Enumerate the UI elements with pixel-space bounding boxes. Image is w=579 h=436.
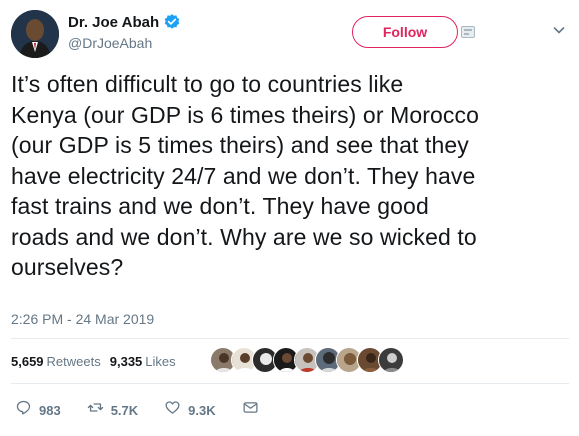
divider (11, 383, 569, 384)
reply-button[interactable]: 983 (15, 399, 61, 421)
heart-icon (164, 399, 181, 421)
like-count: 9.3K (188, 402, 216, 418)
tweet-card: Dr. Joe Abah @DrJoeAbah Follow It’s ofte… (0, 0, 579, 436)
retweets-label[interactable]: Retweets (47, 354, 101, 369)
reply-icon (15, 399, 32, 421)
tweet-text-line: It’s often difficult to go to countries … (11, 71, 404, 97)
tweet-actions: 983 5.7K 9.3K (15, 399, 285, 421)
profile-card-icon[interactable] (461, 25, 475, 38)
tweet-timestamp[interactable]: 2:26 PM - 24 Mar 2019 (11, 311, 154, 327)
retweet-icon (87, 399, 104, 421)
follow-button[interactable]: Follow (352, 16, 458, 48)
likes-label[interactable]: Likes (145, 354, 175, 369)
chevron-down-icon[interactable] (552, 23, 566, 37)
tweet-stats: 5,659 Retweets 9,335 Likes (11, 354, 182, 369)
tweet-text-line: ourselves? (11, 254, 124, 280)
likes-count[interactable]: 9,335 (110, 354, 143, 369)
author-name-row: Dr. Joe Abah (68, 13, 181, 31)
author-name[interactable]: Dr. Joe Abah (68, 14, 159, 31)
verified-badge-icon (163, 13, 181, 31)
tweet-text-line: (our GDP is 5 times theirs) and see that… (11, 132, 469, 158)
tweet-text: It’s often difficult to go to countries … (11, 69, 571, 283)
envelope-icon (242, 399, 259, 421)
tweet-text-line: Kenya (our GDP is 6 times theirs) or Mor… (11, 101, 479, 128)
direct-message-button[interactable] (242, 399, 259, 421)
tweet-text-line: have electricity 24/7 and we don’t. They… (11, 162, 476, 189)
retweet-count: 5.7K (110, 402, 139, 418)
tweet-text-line: fast trains and we don’t. They have good (11, 193, 429, 219)
author-handle[interactable]: @DrJoeAbah (68, 35, 152, 51)
liker-avatar[interactable] (378, 347, 404, 373)
avatar[interactable] (11, 10, 59, 58)
like-button[interactable]: 9.3K (164, 399, 216, 421)
retweet-button[interactable]: 5.7K (87, 399, 138, 421)
liker-avatars (210, 347, 404, 375)
divider (11, 338, 569, 339)
reply-count: 983 (39, 402, 61, 418)
tweet-text-line: roads and we don’t. Why are we so wicked… (11, 223, 477, 250)
retweets-count[interactable]: 5,659 (11, 354, 44, 369)
